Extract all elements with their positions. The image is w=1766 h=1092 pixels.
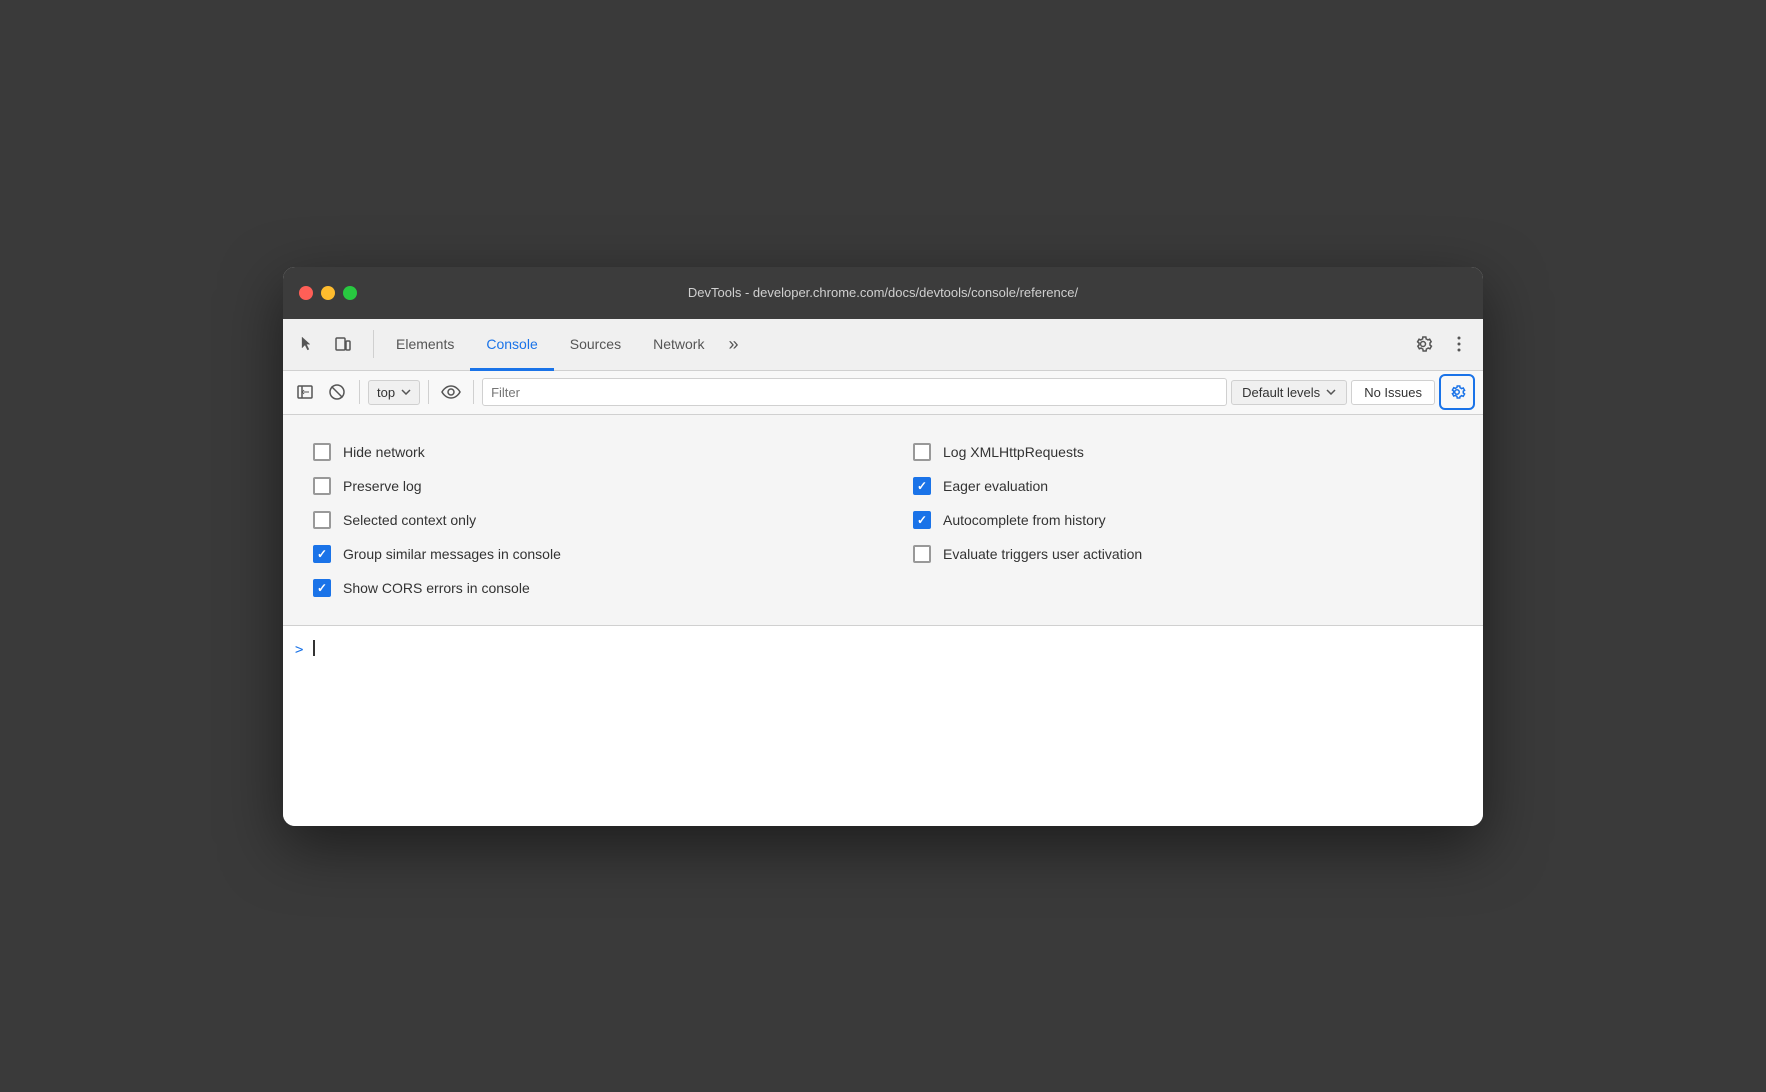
log-xml-label: Log XMLHttpRequests: [943, 444, 1084, 460]
no-issues-button[interactable]: No Issues: [1351, 380, 1435, 405]
selected-context-row: Selected context only: [313, 503, 853, 537]
filter-input[interactable]: [482, 378, 1227, 406]
console-settings-active-button[interactable]: [1439, 374, 1475, 410]
tab-list: Elements Console Sources Network »: [380, 319, 1407, 370]
group-similar-label: Group similar messages in console: [343, 546, 561, 562]
eager-eval-label: Eager evaluation: [943, 478, 1048, 494]
settings-grid: Hide network Preserve log Selected conte…: [313, 435, 1453, 605]
autocomplete-row: Autocomplete from history: [913, 503, 1453, 537]
console-toolbar-divider3: [473, 380, 474, 404]
console-cursor: [313, 640, 315, 656]
settings-button[interactable]: [1407, 328, 1439, 360]
console-toolbar: top Default levels No Issues: [283, 371, 1483, 415]
console-toolbar-divider2: [428, 380, 429, 404]
console-input-area[interactable]: >: [283, 626, 1483, 826]
autocomplete-checkbox[interactable]: [913, 511, 931, 529]
eager-eval-row: Eager evaluation: [913, 469, 1453, 503]
console-prompt: >: [295, 642, 303, 658]
inspect-button[interactable]: [291, 328, 323, 360]
selected-context-checkbox[interactable]: [313, 511, 331, 529]
hide-network-label: Hide network: [343, 444, 425, 460]
console-toolbar-divider1: [359, 380, 360, 404]
group-similar-row: Group similar messages in console: [313, 537, 853, 571]
eager-eval-checkbox[interactable]: [913, 477, 931, 495]
minimize-button[interactable]: [321, 286, 335, 300]
cursor-icon: [298, 335, 316, 353]
show-cors-label: Show CORS errors in console: [343, 580, 530, 596]
dots-vertical-icon: [1457, 335, 1461, 353]
autocomplete-label: Autocomplete from history: [943, 512, 1106, 528]
toolbar-divider: [373, 330, 374, 358]
show-console-sidebar-button[interactable]: [291, 378, 319, 406]
preserve-log-row: Preserve log: [313, 469, 853, 503]
eye-icon: [441, 384, 461, 400]
log-levels-button[interactable]: Default levels: [1231, 380, 1347, 405]
selected-context-label: Selected context only: [343, 512, 476, 528]
devtools-window: DevTools - developer.chrome.com/docs/dev…: [283, 267, 1483, 826]
device-toggle-button[interactable]: [327, 328, 359, 360]
console-settings-panel: Hide network Preserve log Selected conte…: [283, 415, 1483, 626]
ban-icon: [328, 383, 346, 401]
gear-icon: [1413, 334, 1433, 354]
close-button[interactable]: [299, 286, 313, 300]
tab-elements[interactable]: Elements: [380, 320, 470, 371]
tab-sources[interactable]: Sources: [554, 320, 637, 371]
log-xml-row: Log XMLHttpRequests: [913, 435, 1453, 469]
clear-console-button[interactable]: [323, 378, 351, 406]
show-cors-checkbox[interactable]: [313, 579, 331, 597]
tab-network[interactable]: Network: [637, 320, 720, 371]
eval-triggers-label: Evaluate triggers user activation: [943, 546, 1142, 562]
main-toolbar: Elements Console Sources Network »: [283, 319, 1483, 371]
log-xml-checkbox[interactable]: [913, 443, 931, 461]
more-tabs-button[interactable]: »: [720, 334, 746, 355]
group-similar-checkbox[interactable]: [313, 545, 331, 563]
console-gear-icon: [1448, 383, 1466, 401]
device-icon: [334, 335, 352, 353]
titlebar: DevTools - developer.chrome.com/docs/dev…: [283, 267, 1483, 319]
traffic-lights: [299, 286, 357, 300]
toolbar-icons: [291, 328, 359, 360]
eval-triggers-checkbox[interactable]: [913, 545, 931, 563]
settings-left-column: Hide network Preserve log Selected conte…: [313, 435, 853, 605]
preserve-log-label: Preserve log: [343, 478, 422, 494]
live-expressions-button[interactable]: [437, 378, 465, 406]
window-title: DevTools - developer.chrome.com/docs/dev…: [688, 285, 1078, 300]
toolbar-right: [1407, 328, 1475, 360]
sidebar-icon: [296, 383, 314, 401]
settings-right-column: Log XMLHttpRequests Eager evaluation Aut…: [913, 435, 1453, 605]
maximize-button[interactable]: [343, 286, 357, 300]
eval-triggers-row: Evaluate triggers user activation: [913, 537, 1453, 571]
hide-network-row: Hide network: [313, 435, 853, 469]
tab-console[interactable]: Console: [470, 320, 553, 371]
console-input-text[interactable]: [311, 640, 315, 656]
more-options-button[interactable]: [1443, 328, 1475, 360]
show-cors-row: Show CORS errors in console: [313, 571, 853, 605]
preserve-log-checkbox[interactable]: [313, 477, 331, 495]
hide-network-checkbox[interactable]: [313, 443, 331, 461]
levels-dropdown-icon: [1326, 389, 1336, 395]
dropdown-arrow-icon: [401, 389, 411, 395]
context-selector[interactable]: top: [368, 380, 420, 405]
